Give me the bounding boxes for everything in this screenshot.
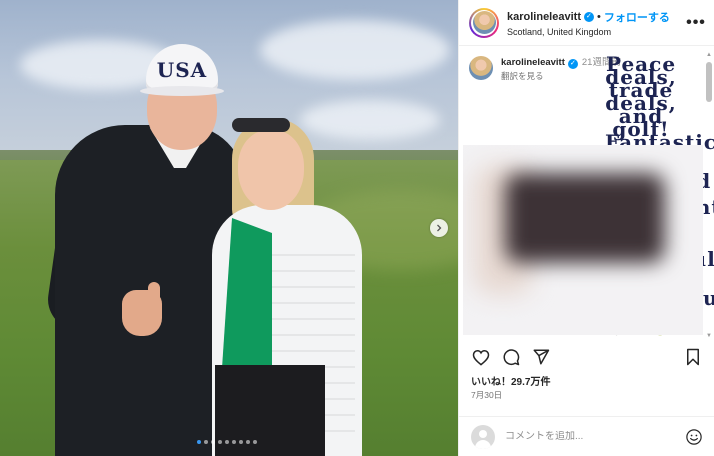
post-date[interactable]: 7月30日 — [471, 389, 502, 401]
bookmark-icon — [687, 348, 699, 366]
comment-bar — [459, 416, 714, 456]
comment-button[interactable] — [501, 347, 521, 367]
carousel-dot — [197, 440, 201, 444]
share-icon — [533, 349, 550, 365]
caption: karolineleavitt ✓ 21週間前 Peace deals, trade… — [459, 46, 714, 334]
cap-text: USA — [156, 58, 208, 82]
verified-badge-icon: ✓ — [567, 59, 578, 69]
avatar — [472, 11, 496, 34]
scroll-down-icon[interactable]: ▼ — [706, 333, 712, 339]
verified-badge-icon: ✓ — [583, 11, 594, 22]
scrollbar[interactable]: ▲ ▼ — [706, 52, 712, 339]
cap-brim — [140, 86, 224, 96]
user-avatar — [471, 424, 495, 449]
location-link[interactable]: Scotland, United Kingdom — [507, 27, 686, 37]
cloud — [300, 100, 440, 140]
blur-shape — [505, 173, 665, 263]
carousel-dots — [197, 440, 257, 444]
share-button[interactable] — [531, 347, 551, 367]
carousel-dot — [246, 440, 250, 444]
carousel-dot — [204, 440, 208, 444]
caption-avatar[interactable] — [469, 56, 493, 80]
save-button[interactable] — [683, 347, 703, 367]
follow-button[interactable]: フォローする — [604, 9, 670, 25]
carousel-dot — [211, 440, 215, 444]
post-media[interactable]: USA — [0, 0, 458, 456]
scroll-up-icon[interactable]: ▲ — [706, 52, 712, 58]
header-username[interactable]: karolineleavitt — [507, 11, 581, 23]
comment-input[interactable] — [505, 431, 685, 442]
carousel-dot — [239, 440, 243, 444]
blurred-content — [463, 145, 703, 335]
action-bar — [459, 345, 714, 369]
cloud — [260, 20, 450, 80]
post-sidebar: karolineleavitt ✓ • フォローする Scotland, Uni… — [458, 0, 714, 456]
more-options-button[interactable]: ••• — [686, 14, 706, 32]
heart-icon — [472, 349, 490, 366]
sunglasses — [232, 118, 290, 132]
likes-count[interactable]: いいね！29.7万件 — [471, 373, 550, 388]
separator: • — [596, 10, 601, 23]
like-button[interactable] — [471, 347, 491, 367]
story-avatar[interactable] — [469, 7, 499, 38]
carousel-dot — [218, 440, 222, 444]
next-slide-button[interactable] — [430, 219, 448, 237]
comment-icon — [503, 349, 520, 366]
caption-username[interactable]: karolineleavitt — [501, 57, 565, 68]
carousel-dot — [232, 440, 236, 444]
chevron-right-icon — [437, 224, 442, 232]
carousel-dot — [225, 440, 229, 444]
scrollbar-thumb[interactable] — [706, 62, 712, 102]
thumb — [148, 282, 160, 304]
woman-face — [238, 130, 304, 210]
post-header: karolineleavitt ✓ • フォローする Scotland, Uni… — [459, 0, 714, 46]
emoji-icon[interactable] — [685, 428, 703, 446]
carousel-dot — [253, 440, 257, 444]
